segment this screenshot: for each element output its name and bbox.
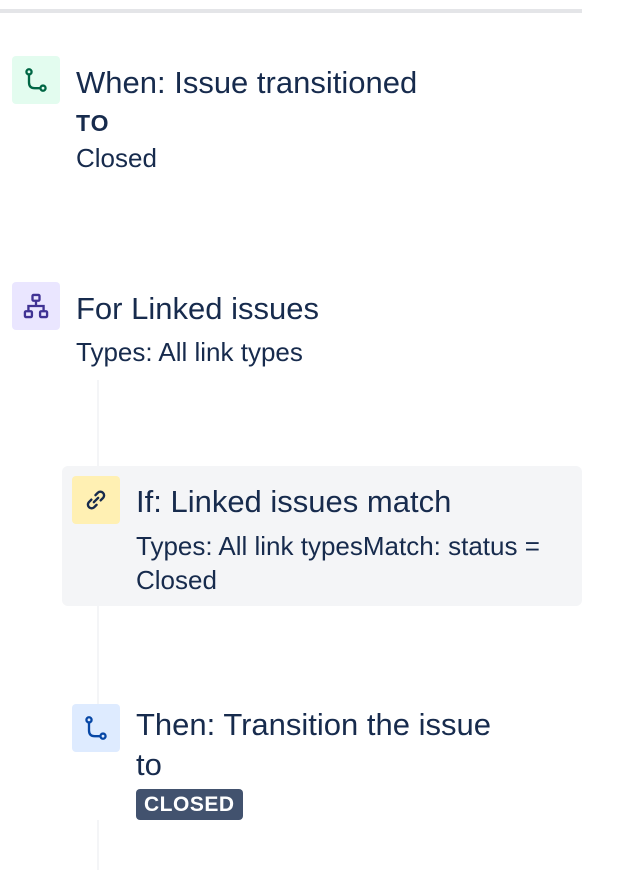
flow-connector-line <box>97 606 99 704</box>
branch-hierarchy-icon <box>23 293 49 319</box>
condition-title: If: Linked issues match <box>136 484 452 519</box>
branch-detail: Types: All link types <box>76 337 303 367</box>
trigger-to-value: Closed <box>76 143 157 173</box>
action-title: Then: Transition the issue <box>136 707 491 742</box>
trigger-title: When: Issue transitioned <box>76 65 418 100</box>
condition-icon-box <box>72 476 120 524</box>
branch-icon-box <box>12 282 60 330</box>
action-icon-box <box>72 704 120 752</box>
flow-connector-line <box>97 380 99 466</box>
transition-icon <box>85 716 107 740</box>
condition-detail: Types: All link typesMatch: status = Clo… <box>136 531 540 595</box>
trigger-icon-box <box>12 56 60 104</box>
automation-rule-page: When: Issue transitioned TO Closed For L… <box>0 0 624 870</box>
condition-component[interactable]: If: Linked issues match Types: All link … <box>62 466 582 606</box>
transition-icon <box>25 68 47 92</box>
top-divider <box>0 9 582 13</box>
flow-connector-line <box>97 820 99 870</box>
branch-title: For Linked issues <box>76 291 319 326</box>
trigger-to-label: TO <box>76 110 110 136</box>
link-icon <box>86 490 106 510</box>
action-title-continuation: to <box>136 747 162 782</box>
status-lozenge: CLOSED <box>136 789 243 820</box>
